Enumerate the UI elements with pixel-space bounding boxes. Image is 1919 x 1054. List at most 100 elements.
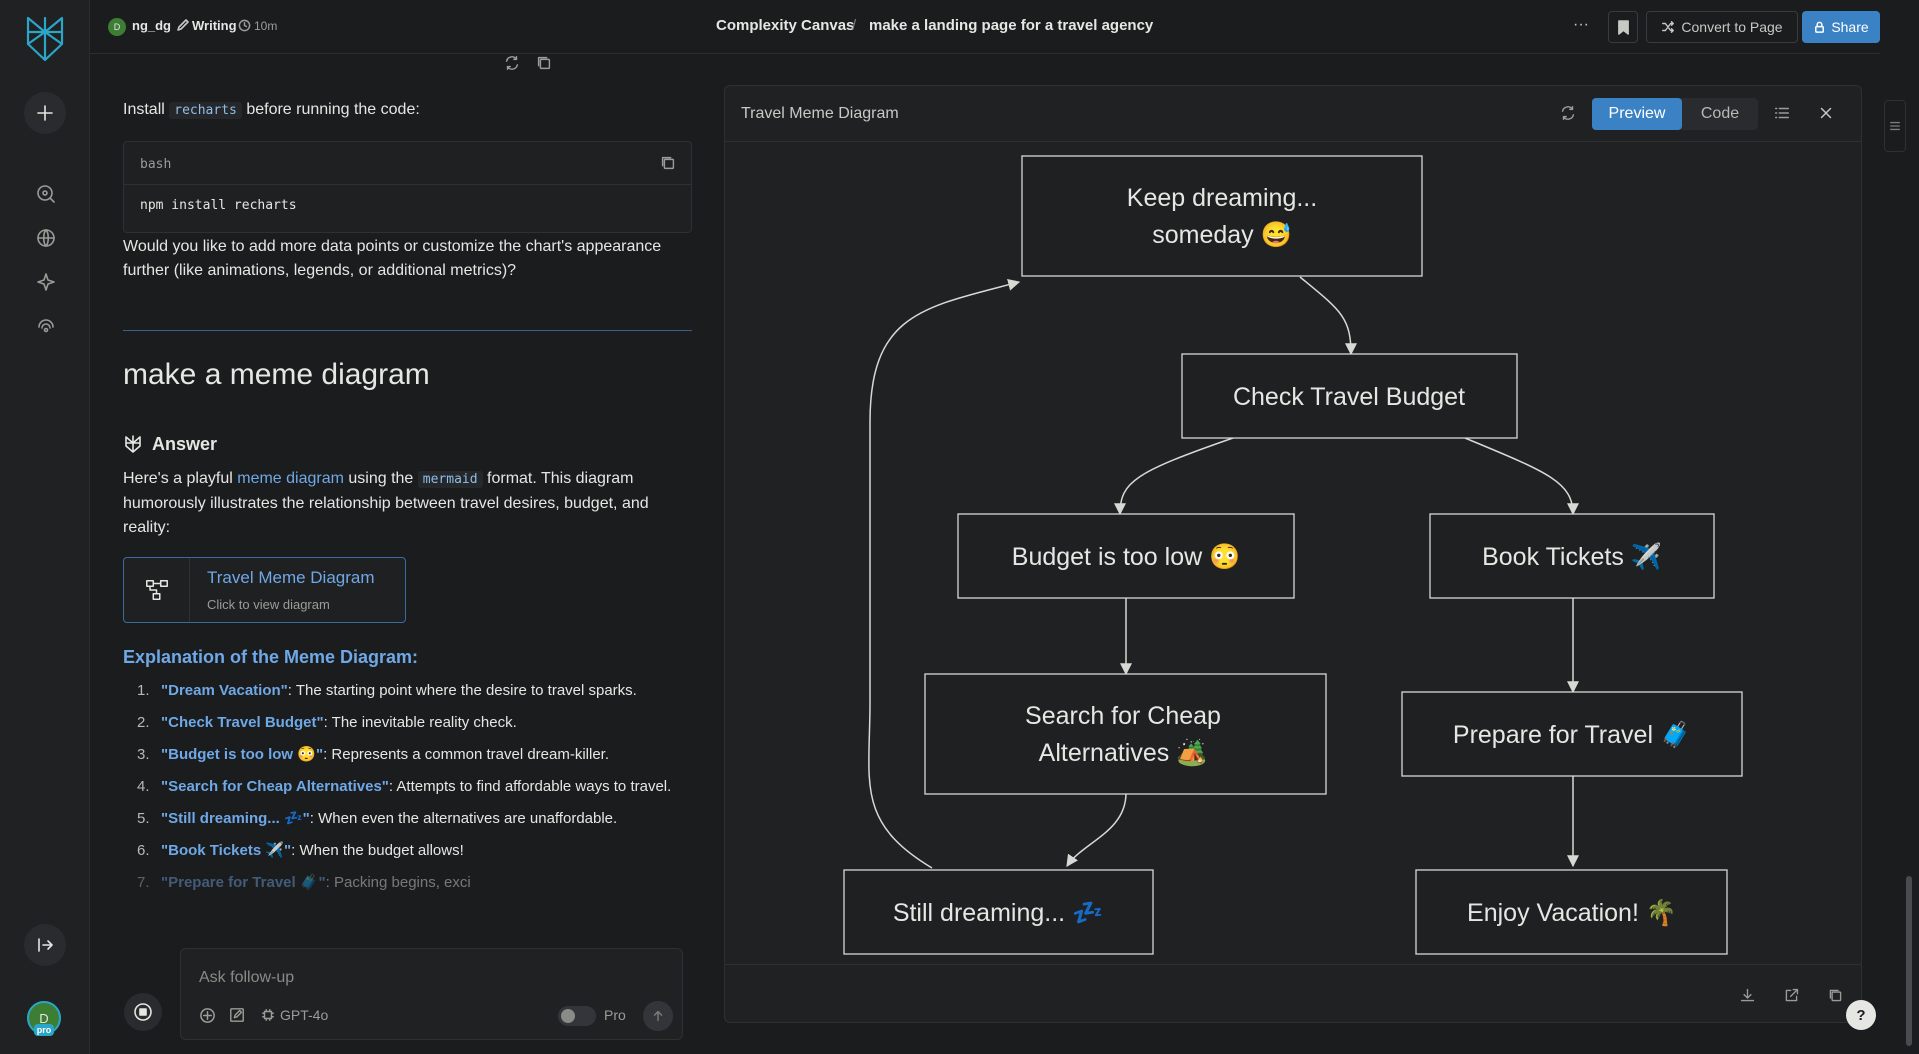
edge-check-to-low [1114, 437, 1234, 516]
help-button[interactable]: ? [1846, 1000, 1876, 1030]
composer: GPT-4o Pro [180, 948, 683, 1040]
node-enjoy: Enjoy Vacation! 🌴 [1415, 869, 1728, 955]
diagram-card-title: Travel Meme Diagram [207, 568, 375, 587]
rewrite-icon[interactable] [503, 54, 523, 74]
item-number: 2. [137, 714, 150, 731]
user-mini-avatar[interactable]: D [108, 18, 126, 36]
breadcrumb-thread-title[interactable]: make a landing page for a travel agency [869, 17, 1153, 34]
side-panel-icon[interactable] [1884, 100, 1906, 152]
item-number: 3. [137, 746, 150, 763]
pro-label: Pro [604, 1007, 626, 1023]
pro-badge: pro [34, 1024, 54, 1036]
answer-label: Answer [152, 434, 218, 454]
model-label: GPT-4o [280, 1007, 329, 1023]
list-item: 3. "Budget is too low 😳": Represents a co… [123, 743, 698, 767]
install-suffix: before running the code: [246, 101, 420, 118]
node-check-budget-text: Check Travel Budget [1233, 383, 1465, 411]
share-button[interactable]: Share [1802, 11, 1880, 43]
open-external-icon[interactable] [1783, 987, 1803, 1007]
item-description: : When the budget allows! [291, 842, 464, 859]
intro-text-b: using the [348, 470, 414, 487]
chip-icon [261, 1008, 275, 1022]
more-options-button[interactable]: ··· [1568, 14, 1594, 40]
list-item: 1. "Dream Vacation": The starting point w… [123, 679, 698, 703]
model-selector[interactable]: GPT-4o [261, 1005, 328, 1025]
pencil-icon [176, 18, 190, 32]
intro-link[interactable]: meme diagram [237, 470, 344, 487]
answer-icon [123, 434, 143, 454]
node-search-cheap: Search for Cheap Alternatives 🏕️ [924, 673, 1327, 795]
list-item: 5. "Still dreaming... 💤": When even the a… [123, 807, 698, 831]
new-thread-button[interactable] [24, 92, 66, 134]
code-divider [124, 184, 691, 185]
canvas-title: Travel Meme Diagram [741, 105, 899, 122]
code-text: npm install recharts [140, 198, 297, 213]
convert-to-page-button[interactable]: Convert to Page [1646, 11, 1798, 43]
node-keep-dreaming: Keep dreaming... someday 😅 [1021, 155, 1423, 277]
list-item: 4. "Search for Cheap Alternatives": Attem… [123, 775, 698, 799]
sparkle-icon[interactable] [26, 262, 66, 302]
download-icon[interactable] [1739, 987, 1759, 1007]
canvas-panel: Travel Meme Diagram Preview Code Keep dr… [724, 85, 1862, 1023]
intro-text-a: Here's a playful [123, 470, 233, 487]
node-search-cheap-line2: Alternatives 🏕️ [1039, 738, 1208, 767]
item-number: 4. [137, 778, 150, 795]
edit-icon[interactable] [229, 1007, 247, 1025]
item-term: "Budget is too low 😳" [161, 746, 324, 763]
item-description: : Packing begins, exci [325, 874, 471, 891]
item-term: "Check Travel Budget" [161, 714, 324, 731]
node-check-budget: Check Travel Budget [1181, 353, 1518, 439]
send-button[interactable] [643, 1001, 673, 1031]
share-label: Share [1831, 19, 1869, 35]
node-budget-low: Budget is too low 😳 [957, 513, 1295, 599]
diagram-card[interactable]: Travel Meme Diagram Click to view diagra… [123, 557, 406, 623]
item-term: "Book Tickets ✈️" [161, 842, 292, 859]
copy-code-icon[interactable] [659, 154, 677, 172]
diagram-card-subtitle: Click to view diagram [207, 597, 330, 612]
elapsed-time: 10m [254, 19, 278, 33]
item-term: "Prepare for Travel 🧳" [161, 874, 326, 891]
code-language: bash [140, 157, 172, 172]
close-icon[interactable] [1817, 104, 1837, 124]
node-keep-dreaming-line2: someday 😅 [1152, 221, 1292, 249]
scrollbar[interactable] [1906, 876, 1912, 1046]
username[interactable]: ng_dg [132, 18, 171, 33]
tab-code[interactable]: Code [1682, 98, 1758, 130]
item-number: 6. [137, 842, 150, 859]
item-description: : When even the alternatives are unaffor… [309, 810, 618, 827]
tab-preview[interactable]: Preview [1592, 98, 1682, 130]
thread-column: Install recharts before running the code… [90, 54, 710, 1054]
query-title: make a meme diagram [123, 358, 430, 391]
canvas-header: Travel Meme Diagram Preview Code [725, 86, 1861, 142]
item-number: 1. [137, 682, 150, 699]
breadcrumb-space[interactable]: Complexity Canvas [716, 17, 854, 34]
node-search-cheap-line1: Search for Cheap [1025, 702, 1221, 730]
list-icon[interactable] [1773, 104, 1793, 124]
bookmark-button[interactable] [1608, 11, 1638, 43]
mode-label[interactable]: Writing [192, 18, 237, 33]
logo-icon[interactable] [22, 14, 68, 64]
node-still-dreaming-text: Still dreaming... 💤 [893, 899, 1103, 927]
node-still-dreaming: Still dreaming... 💤 [843, 869, 1154, 955]
edge-keep-to-check [1299, 276, 1357, 356]
refresh-icon[interactable] [1559, 104, 1579, 124]
list-item: 7. "Prepare for Travel 🧳": Packing begins… [123, 871, 698, 895]
list-item: 6. "Book Tickets ✈️": When the budget all… [123, 839, 698, 863]
right-gutter [1880, 0, 1919, 1054]
pro-toggle[interactable] [558, 1006, 596, 1026]
followup-input[interactable] [199, 969, 659, 987]
convert-label: Convert to Page [1681, 19, 1783, 35]
node-keep-dreaming-line1: Keep dreaming... [1127, 184, 1317, 212]
copy-diagram-icon[interactable] [1827, 987, 1847, 1007]
search-icon[interactable] [26, 174, 66, 214]
attach-icon[interactable] [199, 1007, 217, 1025]
globe-icon[interactable] [26, 218, 66, 258]
list-item: 2. "Check Travel Budget": The inevitable … [123, 711, 698, 735]
item-number: 7. [137, 874, 150, 891]
node-prepare-text: Prepare for Travel 🧳 [1453, 720, 1691, 749]
copy-icon[interactable] [535, 54, 555, 74]
stop-button[interactable] [124, 993, 162, 1031]
collapse-icon[interactable] [24, 924, 66, 966]
broadcast-icon[interactable] [26, 306, 66, 346]
edge-check-to-book [1464, 437, 1579, 516]
